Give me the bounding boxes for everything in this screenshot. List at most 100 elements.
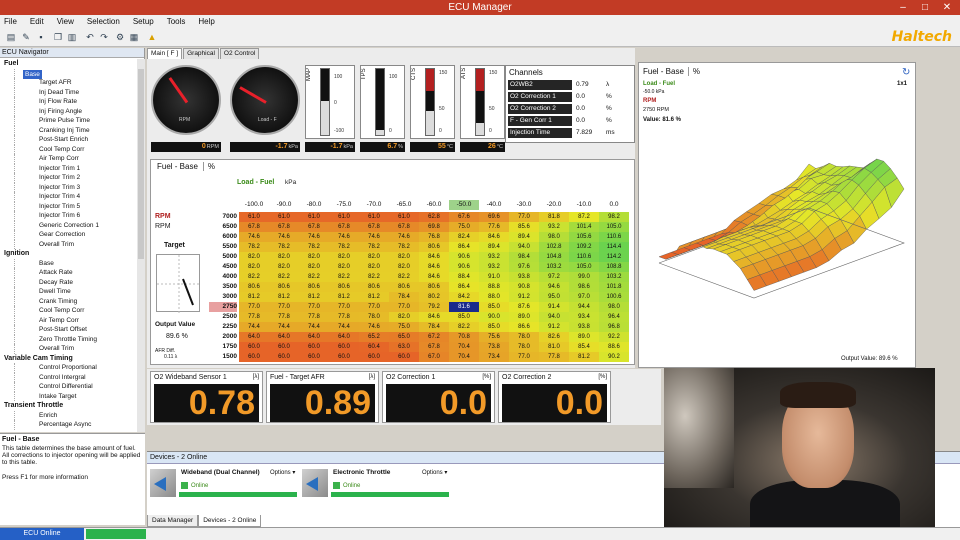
- nav-item[interactable]: Generic Correction 1: [14, 220, 137, 230]
- table-cell[interactable]: 67.8: [389, 222, 419, 232]
- nav-item[interactable]: Post-Start Offset: [14, 325, 137, 335]
- table-cell[interactable]: 84.2: [449, 292, 479, 302]
- table-cell[interactable]: 86.6: [509, 322, 539, 332]
- table-cell[interactable]: 60.0: [329, 342, 359, 352]
- table-cell[interactable]: 105.6: [569, 232, 599, 242]
- nav-item[interactable]: Inj Flow Rate: [14, 97, 137, 107]
- nav-item[interactable]: Dwell Time: [14, 287, 137, 297]
- tab-main-f-[interactable]: Main [ F ]: [147, 48, 183, 59]
- nav-item[interactable]: Injector Trim 4: [14, 192, 137, 202]
- column-header[interactable]: -20.0: [539, 200, 569, 210]
- table-cell[interactable]: 81.2: [299, 292, 329, 302]
- table-cell[interactable]: 98.0: [599, 302, 629, 312]
- row-header[interactable]: 3000: [209, 292, 237, 302]
- value-panel[interactable]: Fuel - Target AFR [λ] 0.89: [266, 371, 379, 423]
- menu-view[interactable]: View: [57, 17, 74, 26]
- navigator-scrollbar[interactable]: [137, 59, 145, 432]
- undo-icon[interactable]: ↶: [84, 31, 96, 43]
- nav-item[interactable]: Control Intergral: [14, 372, 137, 382]
- table-cell[interactable]: 64.0: [299, 332, 329, 342]
- nav-item[interactable]: Cranking Inj Time: [14, 125, 137, 135]
- table-cell[interactable]: 88.6: [599, 342, 629, 352]
- device-options-button[interactable]: Options ▾: [270, 469, 295, 476]
- table-cell[interactable]: 88.8: [479, 282, 509, 292]
- table-cell[interactable]: 62.8: [419, 212, 449, 222]
- table-cell[interactable]: 88.0: [479, 292, 509, 302]
- nav-item[interactable]: Gear Correction: [14, 230, 137, 240]
- table-cell[interactable]: 74.6: [389, 232, 419, 242]
- table-cell[interactable]: 70.8: [449, 332, 479, 342]
- table-cell[interactable]: 92.2: [599, 332, 629, 342]
- channel-row[interactable]: O2 Correction 1 0.0%: [508, 92, 630, 103]
- table-cell[interactable]: 82.2: [359, 272, 389, 282]
- table-cell[interactable]: 67.8: [419, 342, 449, 352]
- table-cell[interactable]: 105.0: [599, 222, 629, 232]
- table-cell[interactable]: 82.0: [269, 252, 299, 262]
- table-cell[interactable]: 85.4: [569, 342, 599, 352]
- open-icon[interactable]: ▤: [5, 31, 17, 43]
- table-cell[interactable]: 78.0: [509, 332, 539, 342]
- save-icon[interactable]: ▪: [35, 31, 47, 43]
- tab-o2-control[interactable]: O2 Control: [219, 48, 260, 59]
- table-cell[interactable]: 93.8: [509, 272, 539, 282]
- menu-file[interactable]: File: [4, 17, 17, 26]
- table-cell[interactable]: 82.0: [269, 262, 299, 272]
- row-header[interactable]: 4000: [209, 272, 237, 282]
- table-cell[interactable]: 61.0: [359, 212, 389, 222]
- table-cell[interactable]: 77.0: [389, 302, 419, 312]
- table-cell[interactable]: 87.6: [509, 302, 539, 312]
- table-cell[interactable]: 80.6: [329, 282, 359, 292]
- table-cell[interactable]: 77.0: [269, 302, 299, 312]
- table-cell[interactable]: 93.2: [479, 262, 509, 272]
- table-cell[interactable]: 79.2: [419, 302, 449, 312]
- table-cell[interactable]: 78.2: [359, 242, 389, 252]
- table-cell[interactable]: 69.8: [419, 222, 449, 232]
- table-cell[interactable]: 80.6: [269, 282, 299, 292]
- table-cell[interactable]: 95.0: [539, 292, 569, 302]
- nav-group-fuel[interactable]: Fuel: [0, 59, 137, 69]
- table-cell[interactable]: 91.4: [539, 302, 569, 312]
- table-cell[interactable]: 80.6: [419, 242, 449, 252]
- table-cell[interactable]: 96.8: [599, 322, 629, 332]
- value-panel[interactable]: O2 Wideband Sensor 1 [λ] 0.78: [150, 371, 263, 423]
- nav-item[interactable]: Zero Throttle Timing: [14, 334, 137, 344]
- table-cell[interactable]: 77.6: [479, 222, 509, 232]
- nav-item[interactable]: Injector Trim 1: [14, 163, 137, 173]
- menu-help[interactable]: Help: [198, 17, 214, 26]
- table-cell[interactable]: 64.0: [269, 332, 299, 342]
- table-cell[interactable]: 84.6: [419, 272, 449, 282]
- table-cell[interactable]: 93.4: [569, 312, 599, 322]
- table-cell[interactable]: 88.4: [449, 272, 479, 282]
- table-cell[interactable]: 75.0: [449, 222, 479, 232]
- column-header[interactable]: -40.0: [479, 200, 509, 210]
- table-cell[interactable]: 97.2: [539, 272, 569, 282]
- table-cell[interactable]: 81.6: [449, 302, 479, 312]
- channel-row[interactable]: Injection Time 7.829 ms: [508, 128, 630, 139]
- table-cell[interactable]: 90.6: [449, 252, 479, 262]
- row-header[interactable]: 2000: [209, 332, 237, 342]
- table-cell[interactable]: 110.6: [569, 252, 599, 262]
- table-cell[interactable]: 60.4: [359, 342, 389, 352]
- table-cell[interactable]: 67.8: [329, 222, 359, 232]
- table-cell[interactable]: 60.0: [389, 352, 419, 362]
- table-cell[interactable]: 84.6: [479, 232, 509, 242]
- table-cell[interactable]: 81.2: [329, 292, 359, 302]
- value-panel[interactable]: O2 Correction 2 [%] 0.0: [498, 371, 611, 423]
- table-cell[interactable]: 89.4: [509, 232, 539, 242]
- table-cell[interactable]: 81.2: [239, 292, 269, 302]
- table-cell[interactable]: 77.0: [299, 302, 329, 312]
- column-header[interactable]: -30.0: [509, 200, 539, 210]
- table-cell[interactable]: 70.4: [449, 352, 479, 362]
- table-cell[interactable]: 61.0: [239, 212, 269, 222]
- table-cell[interactable]: 91.0: [479, 272, 509, 282]
- nav-group-variable-cam-timing[interactable]: Variable Cam Timing: [0, 354, 137, 364]
- table-cell[interactable]: 82.2: [329, 272, 359, 282]
- row-header[interactable]: 5000: [209, 252, 237, 262]
- table-cell[interactable]: 77.0: [359, 302, 389, 312]
- fuel-surface-plot[interactable]: [639, 63, 917, 369]
- channel-row[interactable]: F - Gen Corr 1 0.0%: [508, 116, 630, 127]
- device-options-button[interactable]: Options ▾: [422, 469, 447, 476]
- table-cell[interactable]: 64.0: [329, 332, 359, 342]
- table-cell[interactable]: 82.0: [389, 262, 419, 272]
- table-cell[interactable]: 89.0: [569, 332, 599, 342]
